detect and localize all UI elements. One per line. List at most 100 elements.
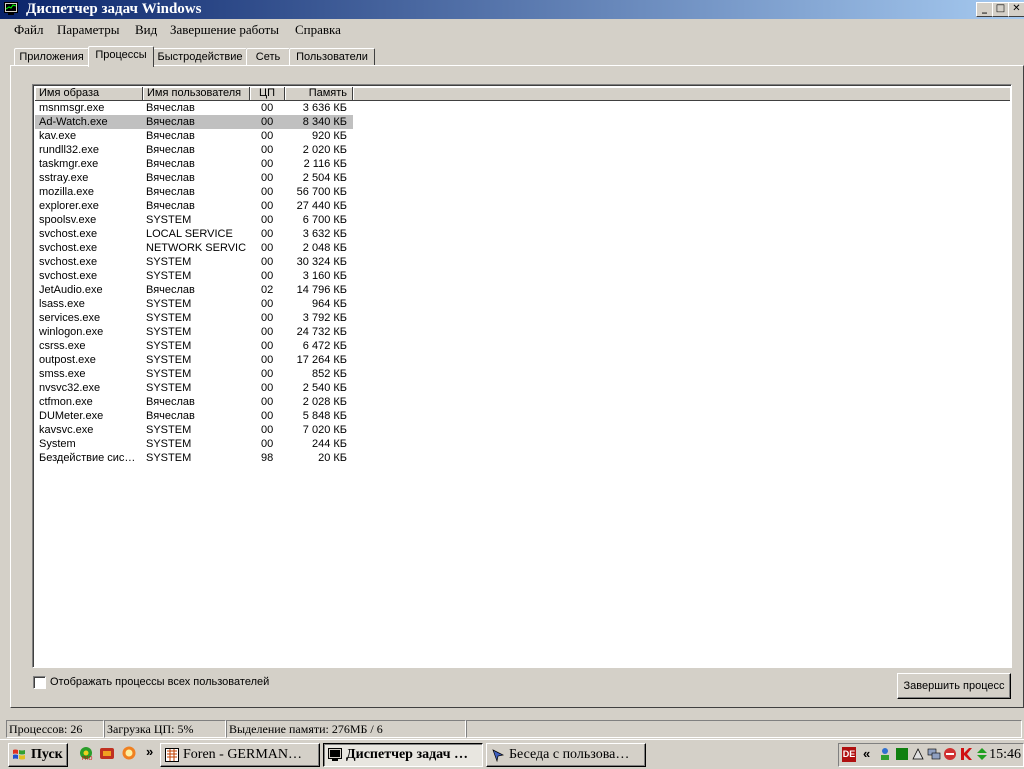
process-row[interactable]: services.exe SYSTEM 00 3 792 КБ	[35, 311, 1010, 325]
process-row[interactable]: rundll32.exe Вячеслав 00 2 020 КБ	[35, 143, 1010, 157]
process-user-name: Вячеслав	[146, 396, 195, 408]
process-user-name: Вячеслав	[146, 158, 195, 170]
status-cpu-usage: Загрузка ЦП: 5%	[104, 720, 226, 738]
task-chat[interactable]: Беседа с пользова…	[486, 743, 646, 767]
process-row[interactable]: svchost.exe SYSTEM 00 30 324 КБ	[35, 255, 1010, 269]
process-row[interactable]: kav.exe Вячеслав 00 920 КБ	[35, 129, 1010, 143]
status-process-count: Процессов: 26	[6, 720, 104, 738]
task-forum[interactable]: Foren - GERMAN…	[160, 743, 320, 767]
process-memory: 24 732 КБ	[296, 326, 347, 338]
tab-users[interactable]: Пользователи	[289, 48, 375, 66]
close-button[interactable]: ✕	[1008, 2, 1024, 17]
process-user-name: Вячеслав	[146, 102, 195, 114]
system-tray: DE « 15:46	[838, 743, 1024, 767]
process-image-name: outpost.exe	[39, 354, 96, 366]
process-row[interactable]: ctfmon.exe Вячеслав 00 2 028 КБ	[35, 395, 1010, 409]
process-user-name: NETWORK SERVICE	[146, 242, 246, 254]
process-cpu: 00	[261, 130, 274, 142]
process-image-name: lsass.exe	[39, 298, 85, 310]
process-image-name: explorer.exe	[39, 200, 99, 212]
menu-view[interactable]: Вид	[135, 22, 157, 38]
process-row[interactable]: Ad-Watch.exe Вячеслав 00 8 340 КБ	[35, 115, 1010, 129]
network-icon[interactable]	[927, 747, 941, 761]
process-row[interactable]: winlogon.exe SYSTEM 00 24 732 КБ	[35, 325, 1010, 339]
clock[interactable]: 15:46	[989, 744, 1021, 766]
process-user-name: SYSTEM	[146, 438, 192, 450]
menu-options[interactable]: Параметры	[57, 22, 120, 38]
process-row[interactable]: JetAudio.exe Вячеслав 02 14 796 КБ	[35, 283, 1010, 297]
process-row[interactable]: DUMeter.exe Вячеслав 00 5 848 КБ	[35, 409, 1010, 423]
show-all-users-checkbox[interactable]	[33, 676, 46, 689]
security-icon[interactable]	[911, 747, 925, 761]
process-memory: 920 КБ	[311, 130, 347, 142]
column-memory[interactable]: Память	[285, 87, 353, 101]
process-row[interactable]: svchost.exe NETWORK SERVICE 00 2 048 КБ	[35, 241, 1010, 255]
process-memory: 2 028 КБ	[302, 396, 347, 408]
process-row[interactable]: msnmsgr.exe Вячеслав 00 3 636 КБ	[35, 101, 1010, 115]
task-task-manager[interactable]: Диспетчер задач …	[323, 743, 483, 767]
quick-launch-overflow[interactable]: »	[146, 744, 153, 759]
process-list[interactable]: Имя образа Имя пользователя ЦП Память ms…	[32, 84, 1012, 668]
process-row[interactable]: spoolsv.exe SYSTEM 00 6 700 КБ	[35, 213, 1010, 227]
tab-applications[interactable]: Приложения	[14, 48, 89, 66]
process-row[interactable]: mozilla.exe Вячеслав 00 56 700 КБ	[35, 185, 1010, 199]
icq-icon[interactable]: PRO	[78, 745, 94, 761]
process-memory: 56 700 КБ	[296, 186, 347, 198]
process-row[interactable]: svchost.exe LOCAL SERVICE 00 3 632 КБ	[35, 227, 1010, 241]
taskmgr-icon	[328, 748, 342, 761]
column-cpu[interactable]: ЦП	[250, 87, 285, 101]
process-row[interactable]: csrss.exe SYSTEM 00 6 472 КБ	[35, 339, 1010, 353]
process-memory: 852 КБ	[311, 368, 347, 380]
process-row[interactable]: lsass.exe SYSTEM 00 964 КБ	[35, 297, 1010, 311]
process-cpu: 00	[261, 312, 274, 324]
maximize-button[interactable]: □	[992, 2, 1009, 17]
process-row[interactable]: sstray.exe Вячеслав 00 2 504 КБ	[35, 171, 1010, 185]
process-image-name: svchost.exe	[39, 270, 98, 282]
windows-logo-icon	[13, 749, 25, 760]
tab-processes[interactable]: Процессы	[88, 46, 154, 67]
start-button[interactable]: Пуск	[8, 743, 68, 767]
network-user-icon[interactable]	[878, 747, 892, 761]
minimize-button[interactable]: _	[976, 2, 993, 17]
process-image-name: sstray.exe	[39, 172, 89, 184]
process-image-name: svchost.exe	[39, 242, 98, 254]
process-rows: msnmsgr.exe Вячеслав 00 3 636 КБ Ad-Watch.ex…	[35, 101, 1010, 465]
tab-performance[interactable]: Быстродействие	[153, 48, 247, 66]
firefox-icon[interactable]	[121, 745, 137, 761]
menu-file[interactable]: Файл	[14, 22, 44, 38]
tray-overflow[interactable]: «	[863, 746, 870, 761]
language-indicator[interactable]: DE	[842, 747, 856, 762]
process-row[interactable]: System SYSTEM 00 244 КБ	[35, 437, 1010, 451]
menu-shutdown[interactable]: Завершение работы	[170, 22, 279, 38]
column-image-name[interactable]: Имя образа	[35, 87, 143, 101]
title-bar[interactable]: Диспетчер задач Windows _ □ ✕	[0, 0, 1024, 19]
process-row[interactable]: taskmgr.exe Вячеслав 00 2 116 КБ	[35, 157, 1010, 171]
menu-help[interactable]: Справка	[295, 22, 341, 38]
process-image-name: JetAudio.exe	[39, 284, 103, 296]
process-row[interactable]: nvsvc32.exe SYSTEM 00 2 540 КБ	[35, 381, 1010, 395]
adwatch-icon[interactable]	[943, 747, 957, 761]
process-cpu: 00	[261, 158, 274, 170]
process-row[interactable]: explorer.exe Вячеслав 00 27 440 КБ	[35, 199, 1010, 213]
process-cpu: 00	[261, 144, 274, 156]
process-image-name: msnmsgr.exe	[39, 102, 105, 114]
process-image-name: System	[39, 438, 76, 450]
tab-networking[interactable]: Сеть	[246, 48, 290, 66]
process-row[interactable]: outpost.exe SYSTEM 00 17 264 КБ	[35, 353, 1010, 367]
transfer-icon[interactable]	[975, 747, 989, 761]
taskmgr-app-icon[interactable]	[4, 2, 18, 16]
game-icon[interactable]	[99, 745, 115, 761]
process-row[interactable]: svchost.exe SYSTEM 00 3 160 КБ	[35, 269, 1010, 283]
process-cpu: 00	[261, 354, 274, 366]
process-image-name: svchost.exe	[39, 256, 98, 268]
dumeter-icon[interactable]	[895, 747, 909, 761]
kav-icon[interactable]	[959, 747, 973, 761]
process-row[interactable]: smss.exe SYSTEM 00 852 КБ	[35, 367, 1010, 381]
column-user-name[interactable]: Имя пользователя	[143, 87, 250, 101]
process-row[interactable]: kavsvc.exe SYSTEM 00 7 020 КБ	[35, 423, 1010, 437]
end-process-button[interactable]: Завершить процесс	[897, 673, 1011, 699]
process-row[interactable]: Бездействие сис… SYSTEM 98 20 КБ	[35, 451, 1010, 465]
process-user-name: SYSTEM	[146, 298, 192, 310]
process-user-name: Вячеслав	[146, 200, 195, 212]
process-cpu: 00	[261, 172, 274, 184]
